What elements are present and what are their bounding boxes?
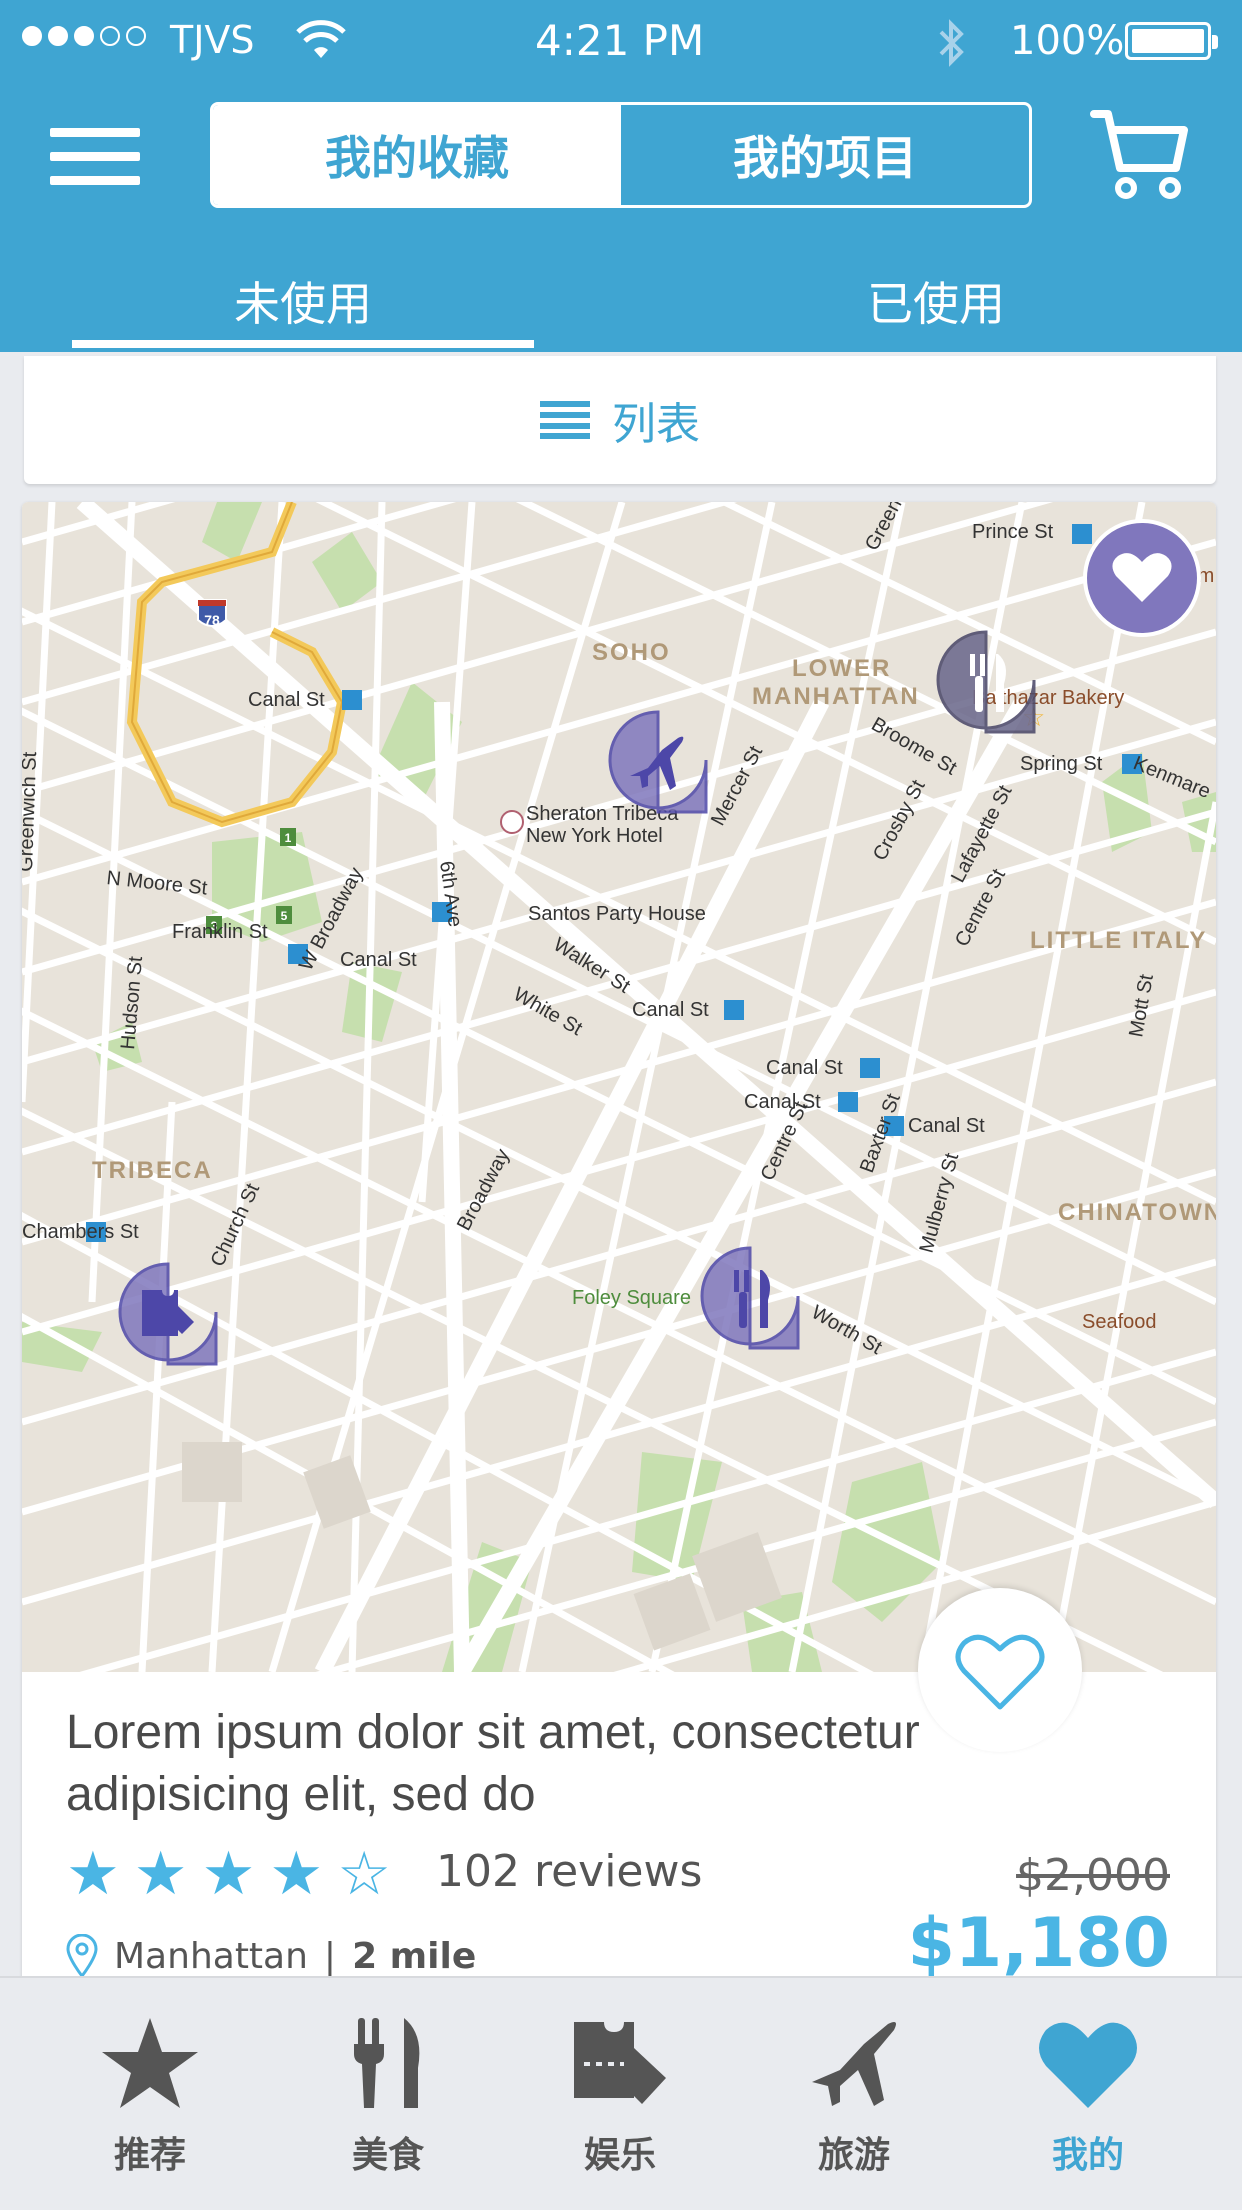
label-manhattan: MANHATTAN — [752, 683, 920, 710]
svg-text:Spring St: Spring St — [1020, 753, 1103, 775]
signal-strength-icon — [22, 26, 146, 46]
tab-used[interactable]: 已使用 — [710, 250, 1162, 352]
location-name: Manhattan — [114, 1935, 308, 1977]
svg-text:Canal St: Canal St — [766, 1057, 843, 1079]
svg-text:Santos Party House: Santos Party House — [528, 903, 706, 925]
original-price: $2,000 — [1016, 1850, 1170, 1901]
carrier-name: TJVS — [170, 18, 255, 62]
svg-text:Seafood: Seafood — [1082, 1311, 1157, 1333]
tab-food[interactable]: 美食 — [288, 2014, 488, 2194]
active-tab-indicator — [72, 340, 534, 348]
svg-text:Canal St: Canal St — [632, 999, 709, 1021]
svg-text:N Moore St: N Moore St — [105, 867, 208, 899]
hotel-icon — [500, 810, 524, 834]
segment-favorites[interactable]: 我的收藏 — [213, 105, 621, 205]
listing-title: Lorem ipsum dolor sit amet, consectetur … — [66, 1706, 920, 1821]
battery-icon — [1125, 22, 1218, 60]
label-chinatown: CHINATOWN — [1058, 1199, 1216, 1226]
svg-text:1: 1 — [285, 831, 292, 845]
wifi-icon — [296, 20, 346, 64]
heart-outline-icon — [955, 1634, 1045, 1710]
list-view-toggle[interactable]: 列表 — [24, 356, 1216, 484]
distance: 2 mile — [352, 1935, 477, 1977]
tab-unused[interactable]: 未使用 — [72, 250, 534, 352]
heart-icon — [1039, 2022, 1137, 2108]
segmented-control: 我的收藏 我的项目 — [210, 102, 1032, 208]
svg-text:Mott St: Mott St — [1125, 972, 1158, 1039]
cart-icon[interactable] — [1090, 104, 1190, 204]
app-header: TJVS 4:21 PM 100% 我的收藏 我的项目 未使用 已使用 — [0, 0, 1242, 352]
route-78-shield: 78 — [197, 599, 227, 628]
airplane-icon — [812, 2022, 896, 2106]
fork-knife-icon — [354, 2018, 420, 2108]
svg-text:New York Hotel: New York Hotel — [526, 825, 663, 847]
menu-button[interactable] — [50, 128, 140, 186]
rating-stars: ★ ★ ★ ★ ☆ — [66, 1844, 391, 1904]
tab-recommend[interactable]: 推荐 — [50, 2014, 250, 2194]
location-row: Manhattan | 2 mile — [66, 1934, 476, 1978]
svg-text:Franklin St: Franklin St — [172, 921, 268, 943]
clock: 4:21 PM — [535, 16, 705, 65]
label-lower: LOWER — [792, 655, 891, 682]
svg-text:Prince St: Prince St — [972, 521, 1054, 543]
status-bar: TJVS 4:21 PM 100% — [0, 0, 1242, 84]
star-icon: ★ — [201, 1839, 256, 1909]
star-icon: ★ — [66, 1839, 120, 1909]
svg-text:78: 78 — [204, 612, 220, 628]
label-tribeca: TRIBECA — [92, 1157, 213, 1184]
segment-my-projects[interactable]: 我的项目 — [621, 105, 1029, 205]
tab-entertainment[interactable]: 娱乐 — [520, 2014, 720, 2194]
bottom-tab-bar: 推荐 美食 娱乐 旅游 我的 — [0, 1976, 1242, 2210]
location-pin-icon — [66, 1934, 98, 1978]
star-empty-icon: ☆ — [337, 1839, 391, 1909]
sale-price: $1,180 — [907, 1904, 1170, 1982]
svg-text:Canal St: Canal St — [908, 1115, 985, 1137]
favorite-button[interactable] — [918, 1588, 1082, 1752]
star-icon — [102, 2018, 198, 2108]
tab-mine[interactable]: 我的 — [988, 2014, 1188, 2194]
star-icon: ★ — [269, 1839, 324, 1909]
list-icon — [540, 401, 590, 439]
svg-text:Chambers St: Chambers St — [22, 1221, 139, 1243]
location-separator: | — [323, 1935, 337, 1977]
svg-text:5: 5 — [281, 909, 288, 923]
map-view[interactable]: 78 1 3 5 SOHO LOWER MANHATTAN LITTLE ITA… — [22, 502, 1216, 1672]
ticket-icon — [574, 2022, 666, 2104]
listing-card: 78 1 3 5 SOHO LOWER MANHATTAN LITTLE ITA… — [22, 502, 1216, 1982]
list-toggle-label: 列表 — [612, 399, 700, 450]
svg-text:Hudson St: Hudson St — [117, 955, 147, 1050]
svg-text:Canal St: Canal St — [340, 949, 417, 971]
bluetooth-icon — [936, 18, 966, 72]
ticket-icon — [142, 1290, 194, 1336]
star-icon: ★ — [133, 1839, 188, 1909]
review-count[interactable]: 102 reviews — [436, 1846, 702, 1897]
tab-travel[interactable]: 旅游 — [754, 2014, 954, 2194]
svg-text:Canal St: Canal St — [248, 689, 325, 711]
svg-text:Broadway: Broadway — [453, 1145, 514, 1234]
label-soho: SOHO — [592, 639, 671, 666]
label-little-italy: LITTLE ITALY — [1030, 927, 1207, 954]
svg-text:Foley Square: Foley Square — [572, 1287, 691, 1309]
svg-text:Greenwich St: Greenwich St — [22, 751, 41, 872]
battery-percent: 100% — [1010, 18, 1125, 64]
usage-tabs: 未使用 已使用 — [0, 250, 1242, 352]
